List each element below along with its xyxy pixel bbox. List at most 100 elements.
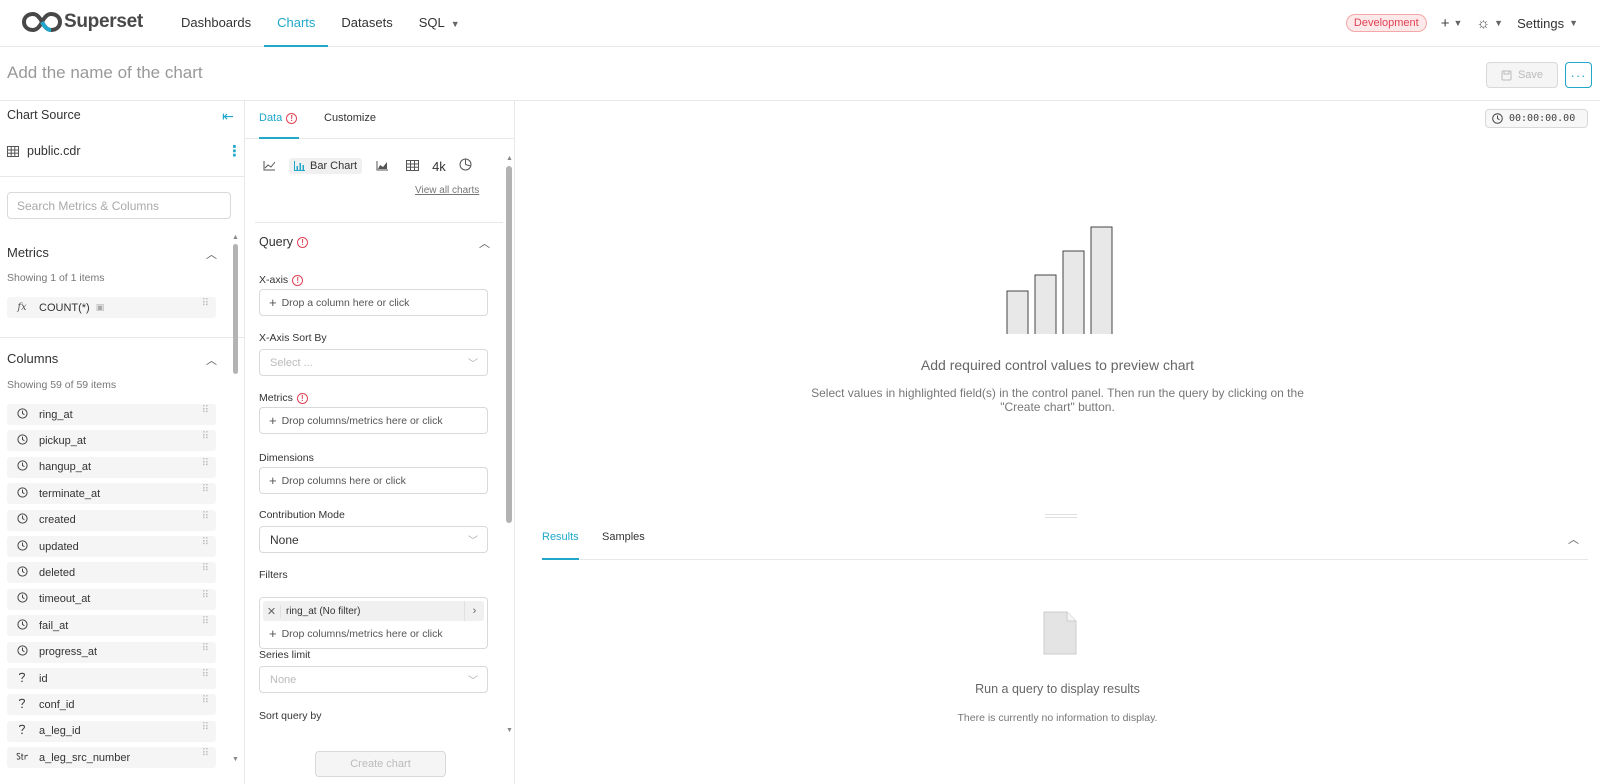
scroll-down-icon[interactable]: ▼ — [506, 727, 513, 734]
nav-charts[interactable]: Charts — [264, 0, 329, 47]
nav-sql[interactable]: SQL ▼ — [406, 0, 473, 47]
column-item[interactable]: conf_id ⠿ — [7, 694, 216, 716]
column-item[interactable]: created ⠿ — [7, 509, 216, 531]
column-item[interactable]: progress_at ⠿ — [7, 641, 216, 663]
column-item[interactable]: ring_at ⠿ — [7, 404, 216, 425]
column-item[interactable]: deleted ⠿ — [7, 562, 216, 584]
dataset-selector[interactable]: public.cdr — [7, 144, 81, 158]
scroll-down-icon[interactable]: ▼ — [232, 756, 239, 763]
settings-menu[interactable]: Settings ▼ — [1517, 16, 1578, 31]
column-name: terminate_at — [39, 487, 101, 500]
column-item[interactable]: a_leg_src_number ⠿ — [7, 747, 216, 769]
filter-pill[interactable]: ✕ ring_at (No filter) › — [263, 601, 484, 621]
chevron-right-icon[interactable]: › — [464, 601, 484, 621]
divider — [255, 222, 503, 223]
save-button[interactable]: Save — [1486, 62, 1558, 88]
dataset-name: public.cdr — [27, 144, 81, 158]
drag-handle-icon[interactable]: ⠿ — [202, 538, 209, 548]
column-name: deleted — [39, 566, 76, 579]
drag-handle-icon[interactable]: ⠿ — [202, 406, 209, 416]
more-options-button[interactable]: ··· — [1565, 62, 1592, 88]
column-item[interactable]: terminate_at ⠿ — [7, 483, 216, 505]
theme-menu-button[interactable]: ☼ ▼ — [1476, 15, 1503, 32]
superset-logo[interactable]: Superset — [22, 10, 143, 34]
new-menu-button[interactable]: + ▼ — [1441, 15, 1463, 32]
drag-handle-icon[interactable]: ⠿ — [202, 432, 209, 442]
dimensions-drop-zone[interactable]: + Drop columns here or click — [259, 467, 488, 494]
tab-data[interactable]: Data! — [259, 101, 299, 139]
tab-customize[interactable]: Customize — [324, 101, 376, 139]
line-chart-icon[interactable] — [259, 159, 279, 174]
tab-results[interactable]: Results — [542, 516, 579, 560]
drag-handle-icon[interactable]: ⠿ — [202, 485, 209, 495]
timer-value: 00:00:00.00 — [1509, 113, 1576, 124]
brand-name: Superset — [64, 11, 143, 32]
series-limit-select[interactable]: None ﹀ — [259, 666, 488, 693]
clock-icon — [15, 619, 29, 633]
chevron-down-icon: ▼ — [450, 19, 460, 29]
clock-icon — [15, 592, 29, 606]
column-item[interactable]: pickup_at ⠿ — [7, 430, 216, 452]
drag-handle-icon[interactable]: ⠿ — [202, 590, 209, 600]
metrics-label-text: Metrics — [259, 392, 293, 404]
table-icon[interactable] — [402, 159, 422, 174]
tab-samples[interactable]: Samples — [602, 516, 645, 560]
scroll-up-icon[interactable]: ▲ — [232, 234, 239, 241]
area-chart-icon[interactable] — [372, 159, 392, 174]
nav-datasets[interactable]: Datasets — [328, 0, 405, 47]
column-item[interactable]: hangup_at ⠿ — [7, 456, 216, 478]
clock-icon — [15, 539, 29, 554]
x-axis-drop-zone[interactable]: + Drop a column here or click — [259, 289, 488, 316]
drag-handle-icon[interactable]: ⠿ — [202, 511, 209, 521]
create-chart-button[interactable]: Create chart — [315, 751, 446, 777]
nav-dashboards[interactable]: Dashboards — [168, 0, 264, 47]
drag-handle-icon[interactable]: ⠿ — [202, 617, 209, 627]
column-item[interactable]: updated ⠿ — [7, 536, 216, 557]
chevron-up-icon[interactable]: ︿ — [479, 235, 490, 251]
drag-handle-icon[interactable]: ⠿ — [202, 722, 209, 732]
search-metrics-columns-input[interactable] — [7, 192, 231, 219]
column-item[interactable]: a_leg_id ⠿ — [7, 720, 216, 742]
warning-icon: ! — [296, 392, 308, 404]
question-icon — [15, 698, 29, 712]
scroll-up-icon[interactable]: ▲ — [506, 155, 513, 162]
chevron-up-icon[interactable]: ︿ — [206, 246, 217, 262]
drag-handle-icon[interactable]: ⠿ — [202, 299, 209, 309]
divider — [0, 337, 244, 338]
column-item[interactable]: timeout_at ⠿ — [7, 588, 216, 610]
pie-chart-icon[interactable] — [456, 158, 476, 174]
metrics-drop-zone[interactable]: + Drop columns/metrics here or click — [259, 407, 488, 434]
chevron-up-icon[interactable]: ︿ — [1568, 531, 1579, 547]
column-name: a_leg_id — [39, 725, 81, 738]
drag-handle-icon[interactable]: ⠿ — [202, 696, 209, 706]
query-section-heading[interactable]: Query! — [259, 235, 309, 249]
filters-drop-zone[interactable]: + Drop columns/metrics here or click — [269, 626, 443, 641]
chevron-up-icon[interactable]: ︿ — [206, 352, 217, 368]
metric-item[interactable]: fx COUNT(*) ▣ ⠿ — [7, 297, 216, 318]
drag-handle-icon[interactable]: ⠿ — [202, 458, 209, 468]
drag-handle-icon[interactable]: ⠿ — [202, 749, 209, 759]
column-item[interactable]: id ⠿ — [7, 668, 216, 689]
collapse-panel-icon[interactable]: ⇤ — [222, 108, 234, 125]
column-item[interactable]: fail_at ⠿ — [7, 615, 216, 637]
columns-heading: Columns — [7, 351, 59, 366]
drag-handle-icon[interactable]: ⠿ — [202, 564, 209, 574]
clock-icon — [15, 513, 29, 527]
scrollbar-thumb[interactable] — [233, 244, 238, 374]
view-all-charts-link[interactable]: View all charts — [415, 185, 479, 196]
metrics-drop-text: Drop columns/metrics here or click — [281, 414, 443, 427]
big-number-viz-button[interactable]: 4k — [432, 159, 446, 174]
chart-name-input[interactable]: Add the name of the chart — [7, 63, 203, 83]
save-icon — [1501, 70, 1512, 80]
dataset-more-icon[interactable]: ⋮ — [227, 142, 242, 160]
drag-handle-icon[interactable]: ⠿ — [202, 670, 209, 680]
save-label: Save — [1517, 69, 1544, 81]
x-axis-sort-select[interactable]: Select ... ﹀ — [259, 349, 488, 376]
close-icon[interactable]: ✕ — [263, 604, 281, 618]
contribution-mode-select[interactable]: None ﹀ — [259, 526, 488, 553]
bar-chart-viz-button[interactable]: Bar Chart — [289, 158, 363, 174]
drag-handle-icon[interactable]: ⠿ — [202, 643, 209, 653]
column-name: id — [39, 672, 48, 685]
dimensions-label: Dimensions — [259, 452, 314, 464]
scrollbar-thumb[interactable] — [506, 166, 512, 523]
